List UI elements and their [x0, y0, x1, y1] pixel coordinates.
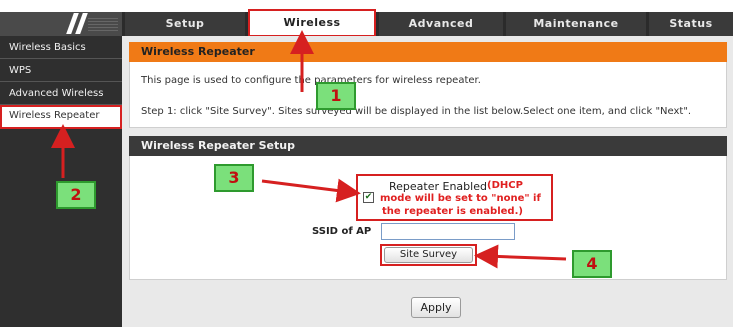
sidebar-item-wireless-basics[interactable]: Wireless Basics: [0, 37, 122, 59]
setup-title: Wireless Repeater Setup: [129, 136, 727, 156]
tab-wireless[interactable]: Wireless: [248, 9, 376, 37]
step1-instruction: Step 1: click "Site Survey". Sites surve…: [141, 106, 692, 117]
sidebar-item-advanced-wireless[interactable]: Advanced Wireless: [0, 83, 122, 105]
site-survey-button[interactable]: Site Survey: [384, 247, 473, 263]
sidebar-item-wireless-repeater[interactable]: Wireless Repeater: [0, 105, 122, 129]
callout-4: 4: [572, 250, 612, 278]
tab-advanced[interactable]: Advanced: [379, 12, 503, 36]
tab-maintenance[interactable]: Maintenance: [506, 12, 646, 36]
ssid-label: SSID of AP: [312, 226, 372, 237]
repeater-enabled-label: Repeater Enabled: [389, 180, 487, 193]
callout-3: 3: [214, 164, 254, 192]
callout-1: 1: [316, 82, 356, 110]
dhcp-note-line3: the repeater is enabled.): [382, 206, 523, 217]
repeater-enabled-checkbox[interactable]: ✔: [363, 192, 374, 203]
ssid-input[interactable]: [381, 223, 515, 240]
callout-2: 2: [56, 181, 96, 209]
dhcp-note-line1: (DHCP: [487, 180, 523, 191]
tab-status[interactable]: Status: [649, 12, 733, 36]
tab-setup[interactable]: Setup: [125, 12, 245, 36]
dhcp-note-line2: mode will be set to "none" if: [380, 193, 541, 204]
apply-button[interactable]: Apply: [411, 297, 461, 318]
intro-title: Wireless Repeater: [129, 42, 727, 62]
intro-description: This page is used to configure the param…: [141, 75, 481, 86]
logo-pattern-icon: [88, 17, 118, 31]
sidebar-item-wps[interactable]: WPS: [0, 60, 122, 82]
